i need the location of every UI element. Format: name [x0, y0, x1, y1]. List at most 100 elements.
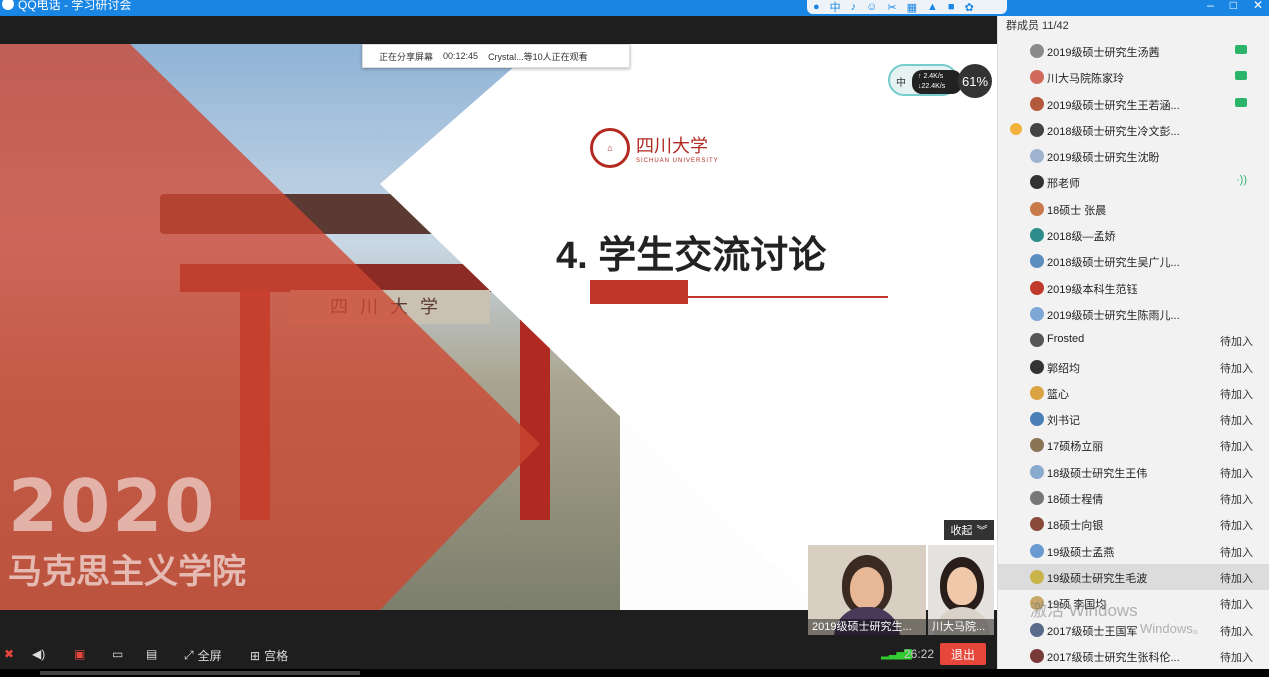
screen-share-icon — [1235, 45, 1247, 54]
member-name: 2018级硕士研究生吴广儿... — [1047, 257, 1180, 270]
maximize-icon[interactable]: □ — [1230, 0, 1237, 12]
member-row[interactable]: 2018级—孟娇 — [998, 222, 1269, 248]
presentation-icon[interactable]: ▤ — [146, 647, 157, 661]
video-caption: 2019级硕士研究生... — [808, 619, 926, 635]
member-row[interactable]: Frosted 待加入 — [998, 327, 1269, 353]
avatar — [1030, 70, 1044, 85]
member-row[interactable]: 2019级本科生范钰 — [998, 275, 1269, 301]
grid-icon: ⊞ — [250, 648, 261, 663]
video-tile[interactable]: 2019级硕士研究生... — [808, 545, 926, 635]
share-elapsed: 00:12:45 — [443, 51, 479, 61]
avatar — [1030, 228, 1044, 243]
mic-muted-icon[interactable]: ✖ — [4, 647, 14, 661]
collapse-label: 收起 — [950, 525, 973, 537]
usage-gauge: 61% — [958, 64, 992, 98]
member-status: 待加入 — [1220, 599, 1253, 612]
settings-icon[interactable]: ✿ — [965, 1, 974, 14]
member-row[interactable]: 郭绍均 待加入 — [998, 354, 1269, 380]
avatar — [1030, 412, 1044, 427]
logo-name-en: SICHUAN UNIVERSITY — [636, 158, 719, 164]
close-icon[interactable]: ✕ — [1253, 0, 1263, 12]
member-row[interactable]: 2019级硕士研究生陈雨儿... — [998, 301, 1269, 327]
member-row[interactable]: 2019级硕士研究生汤茜 — [998, 38, 1269, 64]
member-row[interactable]: 18级硕士研究生王伟 待加入 — [998, 459, 1269, 485]
member-name: 2019级硕士研究生王若涵... — [1047, 99, 1180, 112]
avatar — [1030, 44, 1044, 58]
member-row[interactable]: 2017级硕士研究生张科伦... 待加入 — [998, 643, 1269, 669]
avatar — [1030, 175, 1044, 190]
avatar — [1030, 464, 1044, 479]
fullscreen-label: 全屏 — [197, 649, 222, 663]
member-name: 18硕士向银 — [1047, 520, 1104, 533]
avatar — [1030, 569, 1044, 584]
member-row[interactable]: 川大马院陈家玲 — [998, 64, 1269, 90]
avatar — [1030, 122, 1044, 137]
camera-off-icon[interactable]: ▣ — [74, 647, 85, 661]
shirt-icon[interactable]: ■ — [948, 1, 955, 13]
member-name: 刘书记 — [1047, 415, 1080, 428]
member-row[interactable]: 2019级硕士研究生沈盼 — [998, 143, 1269, 169]
university-logo: ⌂ 四川大学 SICHUAN UNIVERSITY — [590, 128, 719, 168]
member-name: 18硕士程倩 — [1047, 494, 1104, 507]
avatar — [1030, 543, 1044, 558]
member-row[interactable]: 邢老师 ·)) — [998, 169, 1269, 195]
avatar — [1030, 622, 1044, 637]
avatar — [1030, 96, 1044, 111]
avatar — [1030, 648, 1044, 663]
member-name: 19级硕士研究生毛波 — [1047, 572, 1148, 585]
member-name: Frosted — [1047, 333, 1085, 346]
member-status: 待加入 — [1220, 467, 1253, 480]
collapse-button[interactable]: 收起 ︾ — [944, 520, 994, 540]
member-row[interactable]: 19级硕士孟燕 待加入 — [998, 538, 1269, 564]
avatar — [1030, 491, 1044, 506]
member-list: 2019级硕士研究生汤茜 川大马院陈家玲 2019级硕士研究生王若涵... 2018级… — [998, 38, 1269, 669]
member-row[interactable]: 2018级硕士研究生冷文彭... — [998, 117, 1269, 143]
member-row[interactable]: 19级硕士研究生毛波 待加入 — [998, 563, 1269, 591]
member-name: 17硕杨立丽 — [1047, 441, 1104, 454]
fullscreen-button[interactable]: ⤢ 全屏 — [184, 647, 222, 664]
member-name: 2017级硕士王国军 — [1047, 625, 1138, 638]
mic-icon[interactable]: ♪ — [851, 1, 857, 13]
member-row[interactable]: 2019级硕士研究生王若涵... — [998, 91, 1269, 117]
share-status: 正在分享屏幕 — [379, 51, 434, 62]
member-row[interactable]: 刘书记 待加入 — [998, 406, 1269, 432]
member-row[interactable]: 17硕杨立丽 待加入 — [998, 432, 1269, 458]
call-timer: 26:22 — [904, 647, 935, 661]
avatar — [1030, 438, 1044, 453]
member-row[interactable]: 18硕士向银 待加入 — [998, 511, 1269, 537]
speaker-icon[interactable]: ◀) — [32, 647, 45, 661]
share-viewers[interactable]: Crystal...等10人正在观看 — [488, 50, 588, 63]
taskbar-segment — [40, 671, 360, 675]
minimize-icon[interactable]: – — [1207, 0, 1214, 12]
member-row[interactable]: 2018级硕士研究生吴广儿... — [998, 248, 1269, 274]
stage-top-bar — [0, 16, 997, 44]
member-status: 待加入 — [1220, 494, 1253, 507]
taskbar-strip — [0, 669, 1269, 677]
emoji-icon[interactable]: ☺ — [866, 1, 877, 13]
person-icon[interactable]: ▲ — [927, 1, 938, 13]
member-row[interactable]: 篮心 待加入 — [998, 380, 1269, 406]
screen-share-icon[interactable]: ▭ — [112, 647, 123, 661]
qq-call-window: QQ电话 - 学习研讨会 ● 中 ♪ ☺ ✂ ▦ ▲ ■ ✿ – □ ✕ 四川大… — [0, 0, 1269, 677]
participant-face — [850, 567, 884, 609]
video-tile[interactable]: 川大马院... — [928, 545, 994, 635]
lang-icon[interactable]: 中 — [830, 0, 841, 15]
member-panel: 群成员 11/42 2019级硕士研究生汤茜 川大马院陈家玲 2019级硕士研究生王… — [997, 16, 1269, 669]
watermark-line1: 激活 Windows — [1030, 601, 1138, 620]
user-icon[interactable]: ● — [813, 1, 820, 13]
grid-view-button[interactable]: ⊞ 宫格 — [250, 647, 288, 664]
ime-lang: 中 — [896, 78, 906, 89]
member-row[interactable]: 18硕士程倩 待加入 — [998, 485, 1269, 511]
avatar — [1030, 254, 1044, 269]
exit-button[interactable]: 退出 — [940, 643, 986, 665]
call-toolbar: ✖ ◀) ▣ ▭ ▤ ⤢ 全屏 ⊞ 宫格 ▂▃▅▇ 26:22 退出 — [0, 641, 997, 669]
fullscreen-icon: ⤢ — [184, 648, 194, 662]
title-bar: QQ电话 - 学习研讨会 ● 中 ♪ ☺ ✂ ▦ ▲ ■ ✿ – □ ✕ — [0, 0, 1269, 16]
video-icon — [1235, 97, 1247, 107]
keyboard-icon[interactable]: ▦ — [907, 1, 917, 14]
member-row[interactable]: 18硕士 张晨 — [998, 196, 1269, 222]
network-widget[interactable]: 中 ↑ 2.4K/s ↓22.4K/s 61% — [888, 64, 996, 98]
avatar — [1030, 280, 1044, 295]
tools-icon[interactable]: ✂ — [887, 1, 896, 14]
top-toolbar: ● 中 ♪ ☺ ✂ ▦ ▲ ■ ✿ — [807, 0, 1007, 14]
